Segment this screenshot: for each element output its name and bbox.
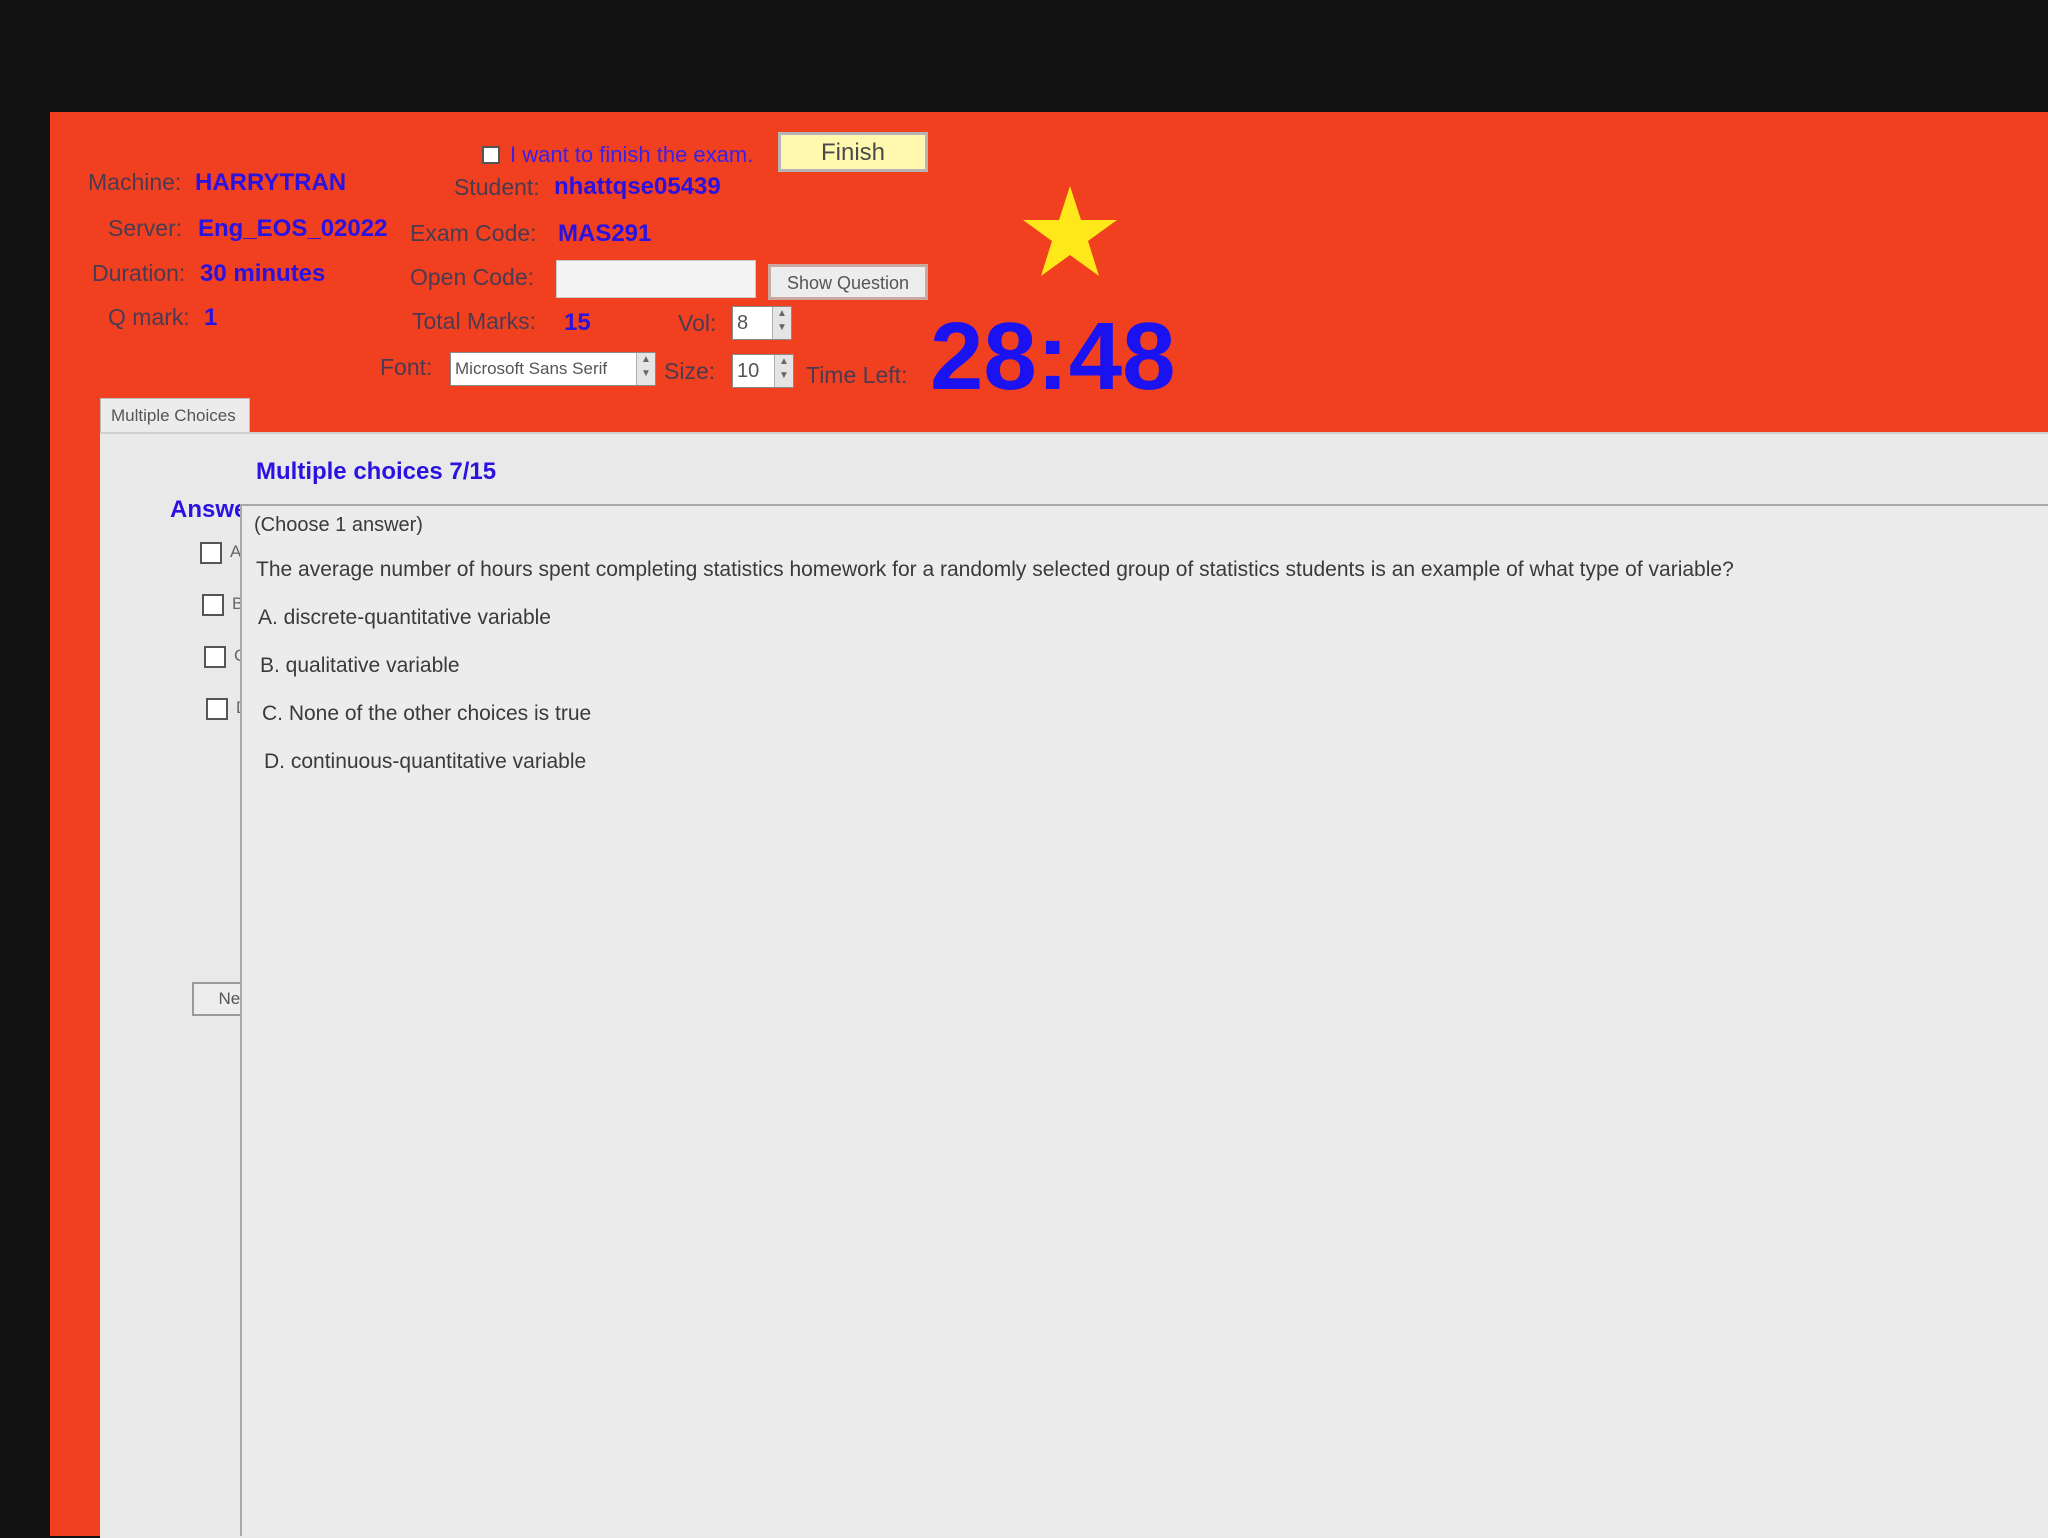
answer-checkbox-b[interactable] <box>202 594 224 616</box>
question-progress: Multiple choices 7/15 <box>256 458 497 485</box>
font-selector[interactable]: Microsoft Sans Serif ▲ ▼ <box>450 352 656 386</box>
size-value: 10 <box>737 360 760 382</box>
question-instruction: (Choose 1 answer) <box>254 514 423 536</box>
font-value: Microsoft Sans Serif <box>455 359 608 378</box>
exam-code-value: MAS291 <box>558 220 652 247</box>
finish-button[interactable]: Finish <box>778 132 928 172</box>
finish-exam-label: I want to finish the exam. <box>510 142 754 167</box>
exam-window: I want to finish the exam. Finish Machin… <box>50 112 2048 1538</box>
vol-value: 8 <box>737 312 749 334</box>
server-label: Server: <box>108 215 183 241</box>
option-text-b: B. qualitative variable <box>260 654 460 677</box>
duration-label: Duration: <box>92 260 186 286</box>
total-marks-label: Total Marks: <box>412 308 536 334</box>
finish-exam-checkbox[interactable] <box>482 146 500 164</box>
machine-value: HARRYTRAN <box>195 169 347 196</box>
student-value: nhattqse05439 <box>554 173 721 200</box>
answer-checkbox-d[interactable] <box>206 698 228 720</box>
font-selector-arrows[interactable]: ▲ ▼ <box>636 353 655 385</box>
server-value: Eng_EOS_02022 <box>198 215 388 242</box>
time-left-label: Time Left: <box>806 362 908 388</box>
total-marks-value: 15 <box>564 309 591 336</box>
show-question-button[interactable]: Show Question <box>768 264 928 300</box>
duration-value: 30 minutes <box>200 260 326 287</box>
open-code-input[interactable] <box>556 260 756 298</box>
qmark-value: 1 <box>204 304 218 331</box>
size-label: Size: <box>664 358 716 384</box>
student-label: Student: <box>454 174 540 200</box>
size-spinner[interactable]: 10 ▲ ▼ <box>732 354 794 388</box>
option-text-c: C. None of the other choices is true <box>262 702 592 725</box>
vol-label: Vol: <box>678 310 717 336</box>
option-text-a: A. discrete-quantitative variable <box>258 606 551 629</box>
size-spinner-arrows[interactable]: ▲ ▼ <box>774 355 793 387</box>
machine-label: Machine: <box>88 169 182 195</box>
option-text-d: D. continuous-quantitative variable <box>264 750 587 773</box>
answer-checkbox-c[interactable] <box>204 646 226 668</box>
font-label: Font: <box>380 354 433 380</box>
tab-multiple-choices[interactable]: Multiple Choices <box>100 398 250 434</box>
time-left-value: 28:48 <box>930 303 1176 410</box>
qmark-label: Q mark: <box>108 304 190 330</box>
vol-spinner-arrows[interactable]: ▲ ▼ <box>772 307 791 339</box>
exam-code-label: Exam Code: <box>410 220 537 246</box>
open-code-label: Open Code: <box>410 264 535 290</box>
question-content: (Choose 1 answer) The average number of … <box>240 504 2048 1536</box>
star-icon <box>1020 184 1120 279</box>
question-text: The average number of hours spent comple… <box>256 558 1734 581</box>
vol-spinner[interactable]: 8 ▲ ▼ <box>732 306 792 340</box>
answer-checkbox-a[interactable] <box>200 542 222 564</box>
